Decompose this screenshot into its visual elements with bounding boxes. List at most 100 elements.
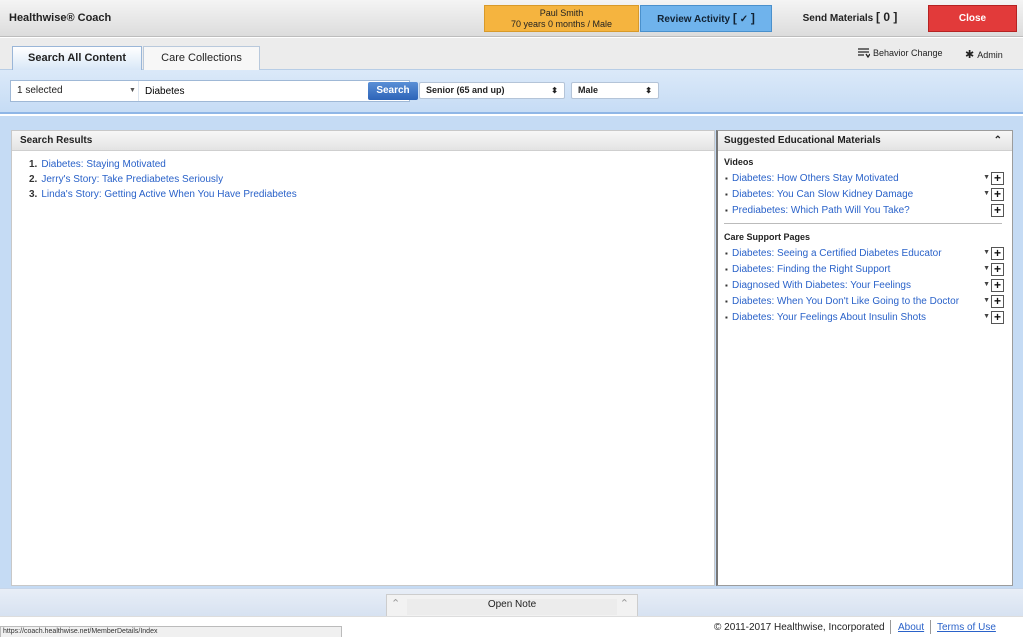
top-bar: Healthwise® Coach Paul Smith 70 years 0 …	[0, 0, 1023, 37]
dropdown-arrow-icon[interactable]: ▼	[983, 247, 990, 258]
care-page-item: ▪ Diabetes: Finding the Right Support ▼ +	[718, 262, 1012, 278]
divider	[724, 223, 1002, 224]
care-page-link[interactable]: Diabetes: Your Feelings About Insulin Sh…	[732, 312, 926, 323]
behavior-change-icon	[858, 48, 870, 58]
care-page-link[interactable]: Diabetes: Seeing a Certified Diabetes Ed…	[732, 248, 942, 259]
review-activity-button[interactable]: Review Activity [ ✓ ]	[640, 5, 772, 32]
send-materials-count: [ 0 ]	[876, 10, 898, 24]
review-activity-label: Review Activity	[657, 14, 731, 25]
sex-select[interactable]: Male ⬍	[571, 82, 659, 99]
add-material-button[interactable]: +	[991, 172, 1004, 185]
send-materials-button[interactable]: Send Materials [ 0 ]	[780, 5, 920, 32]
chevron-up-icon: ⌃	[391, 598, 401, 610]
add-material-button[interactable]: +	[991, 247, 1004, 260]
tab-bar: Search All Content Care Collections Beha…	[0, 38, 1023, 70]
age-group-select[interactable]: Senior (65 and up) ⬍	[419, 82, 565, 99]
admin-link[interactable]: ✱ Admin	[965, 48, 1003, 61]
terms-of-use-link[interactable]: Terms of Use	[937, 622, 996, 633]
bullet-icon: ▪	[725, 281, 728, 290]
video-item: ▪ Prediabetes: Which Path Will You Take? +	[718, 203, 1012, 219]
divider	[930, 620, 931, 634]
suggested-materials-panel: Suggested Educational Materials ⌃ Videos…	[716, 130, 1013, 586]
patient-name: Paul Smith	[539, 8, 584, 18]
bullet-icon: ▪	[725, 313, 728, 322]
video-link[interactable]: Prediabetes: Which Path Will You Take?	[732, 205, 910, 216]
search-button[interactable]: Search	[368, 82, 418, 100]
content-filter-dropdown[interactable]: 1 selected ▼	[11, 81, 139, 101]
care-page-link[interactable]: Diagnosed With Diabetes: Your Feelings	[732, 280, 911, 291]
patient-badge[interactable]: Paul Smith 70 years 0 months / Male	[484, 5, 639, 32]
behavior-change-label: Behavior Change	[873, 48, 943, 58]
care-page-link[interactable]: Diabetes: Finding the Right Support	[732, 264, 890, 275]
chevron-up-icon: ⌃	[619, 598, 629, 610]
result-link[interactable]: Jerry's Story: Take Prediabetes Seriousl…	[41, 174, 223, 185]
result-item: 3. Linda's Story: Getting Active When You…	[29, 187, 714, 202]
dropdown-arrow-icon[interactable]: ▼	[983, 295, 990, 306]
select-arrows-icon: ⬍	[645, 86, 652, 95]
open-note-tab[interactable]: ⌃ Open Note ⌃	[386, 594, 638, 616]
open-note-label: Open Note	[407, 599, 617, 615]
bullet-icon: ▪	[725, 174, 728, 183]
chevron-down-icon: ▼	[129, 87, 136, 94]
add-material-button[interactable]: +	[991, 279, 1004, 292]
search-results-list: 1. Diabetes: Staying Motivated 2. Jerry's …	[12, 151, 714, 202]
footer: https://coach.healthwise.net/MemberDetai…	[0, 616, 1023, 637]
note-bar: ⌃ Open Note ⌃	[0, 588, 1023, 616]
content-filter-value: 1 selected	[17, 85, 63, 96]
result-number: 3.	[29, 189, 38, 200]
copyright: © 2011-2017 Healthwise, Incorporated	[714, 622, 885, 633]
result-link[interactable]: Linda's Story: Getting Active When You H…	[41, 189, 296, 200]
video-item: ▪ Diabetes: How Others Stay Motivated ▼ +	[718, 171, 1012, 187]
search-results-panel: Search Results 1. Diabetes: Staying Motiv…	[11, 130, 715, 586]
age-group-value: Senior (65 and up)	[426, 85, 505, 95]
bullet-icon: ▪	[725, 249, 728, 258]
status-url: https://coach.healthwise.net/MemberDetai…	[0, 626, 342, 637]
admin-label: Admin	[977, 49, 1003, 60]
result-number: 1.	[29, 159, 38, 170]
chevron-up-icon[interactable]: ⌃	[994, 131, 1002, 151]
care-page-item: ▪ Diabetes: Your Feelings About Insulin S…	[718, 310, 1012, 326]
close-button[interactable]: Close	[928, 5, 1017, 32]
result-link[interactable]: Diabetes: Staying Motivated	[41, 159, 166, 170]
result-item: 2. Jerry's Story: Take Prediabetes Seriou…	[29, 172, 714, 187]
gear-icon: ✱	[965, 49, 975, 61]
result-item: 1. Diabetes: Staying Motivated	[29, 157, 714, 172]
tab-search-all-content[interactable]: Search All Content	[12, 46, 142, 70]
add-material-button[interactable]: +	[991, 263, 1004, 276]
divider	[890, 620, 891, 634]
videos-section-title: Videos	[724, 157, 754, 167]
care-pages-section-title: Care Support Pages	[724, 232, 811, 242]
add-material-button[interactable]: +	[991, 204, 1004, 217]
search-box: 1 selected ▼ Search	[10, 80, 418, 102]
sex-value: Male	[578, 85, 599, 95]
review-bracket-close: ]	[750, 11, 755, 25]
send-materials-label: Send Materials	[802, 13, 874, 24]
dropdown-arrow-icon[interactable]: ▼	[983, 188, 990, 199]
suggested-materials-title: Suggested Educational Materials	[724, 135, 881, 146]
search-input[interactable]	[145, 81, 355, 101]
video-link[interactable]: Diabetes: How Others Stay Motivated	[732, 173, 899, 184]
bullet-icon: ▪	[725, 190, 728, 199]
add-material-button[interactable]: +	[991, 188, 1004, 201]
video-link[interactable]: Diabetes: You Can Slow Kidney Damage	[732, 189, 913, 200]
result-number: 2.	[29, 174, 38, 185]
tab-care-collections[interactable]: Care Collections	[143, 46, 260, 70]
add-material-button[interactable]: +	[991, 311, 1004, 324]
dropdown-arrow-icon[interactable]: ▼	[983, 279, 990, 290]
care-page-link[interactable]: Diabetes: When You Don't Like Going to t…	[732, 296, 959, 307]
dropdown-arrow-icon[interactable]: ▼	[983, 263, 990, 274]
check-icon: ✓	[739, 14, 749, 25]
suggested-materials-header[interactable]: Suggested Educational Materials ⌃	[718, 131, 1012, 151]
select-arrows-icon: ⬍	[551, 86, 558, 95]
app-title: Healthwise® Coach	[9, 12, 112, 24]
dropdown-arrow-icon[interactable]: ▼	[983, 311, 990, 322]
dropdown-arrow-icon[interactable]: ▼	[983, 172, 990, 183]
bullet-icon: ▪	[725, 265, 728, 274]
bullet-icon: ▪	[725, 297, 728, 306]
video-item: ▪ Diabetes: You Can Slow Kidney Damage ▼ +	[718, 187, 1012, 203]
behavior-change-link[interactable]: Behavior Change	[858, 48, 943, 58]
about-link[interactable]: About	[898, 622, 924, 633]
add-material-button[interactable]: +	[991, 295, 1004, 308]
bullet-icon: ▪	[725, 206, 728, 215]
patient-details: 70 years 0 months / Male	[510, 19, 613, 29]
